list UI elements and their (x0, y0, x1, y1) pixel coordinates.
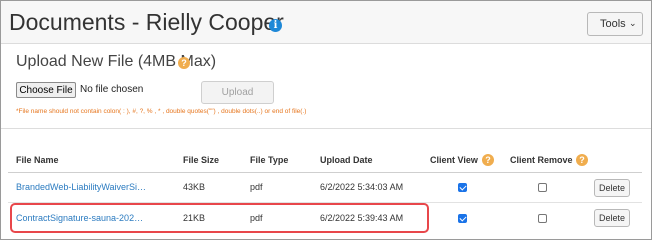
chevron-down-icon: ⌄ (629, 18, 637, 28)
client-view-checkbox[interactable] (458, 183, 467, 192)
no-file-chosen-label: No file chosen (80, 84, 144, 95)
help-icon[interactable]: ? (482, 154, 494, 166)
section-divider (1, 128, 651, 129)
column-header-upload-date: Upload Date (320, 155, 373, 165)
column-header-file-size: File Size (183, 155, 220, 165)
file-name-rules-note: *File name should not contain colon( : )… (16, 108, 307, 115)
file-link[interactable]: BrandedWeb-LiabilityWaiverSi… (16, 182, 146, 192)
tools-dropdown-button[interactable]: Tools ⌄ (587, 12, 643, 36)
upload-button[interactable]: Upload (201, 81, 274, 104)
client-remove-checkbox[interactable] (538, 183, 547, 192)
page-title: Documents - Rielly Cooper (9, 9, 284, 35)
help-icon[interactable]: ? (178, 57, 190, 69)
highlight-annotation (10, 203, 429, 233)
help-icon[interactable]: ? (576, 154, 588, 166)
info-icon[interactable]: i (269, 19, 282, 32)
tools-label: Tools (600, 18, 626, 30)
table-header-divider (8, 172, 642, 173)
table-row-file-size: 43KB (183, 182, 206, 192)
column-header-file-name: File Name (16, 155, 59, 165)
client-remove-checkbox[interactable] (538, 214, 547, 223)
client-view-checkbox[interactable] (458, 214, 467, 223)
table-row-upload-date: 6/2/2022 5:34:03 AM (320, 182, 404, 192)
delete-button[interactable]: Delete (594, 209, 630, 227)
column-header-client-view: Client View (430, 155, 478, 165)
column-header-file-type: File Type (250, 155, 289, 165)
choose-file-button[interactable]: Choose File (16, 82, 76, 98)
delete-button[interactable]: Delete (594, 179, 630, 197)
column-header-client-remove: Client Remove (510, 155, 573, 165)
table-row-file-name[interactable]: BrandedWeb-LiabilityWaiverSi… (16, 182, 146, 192)
table-row-file-type: pdf (250, 182, 263, 192)
page-header: Documents - Rielly Cooper i Tools ⌄ (1, 1, 651, 44)
